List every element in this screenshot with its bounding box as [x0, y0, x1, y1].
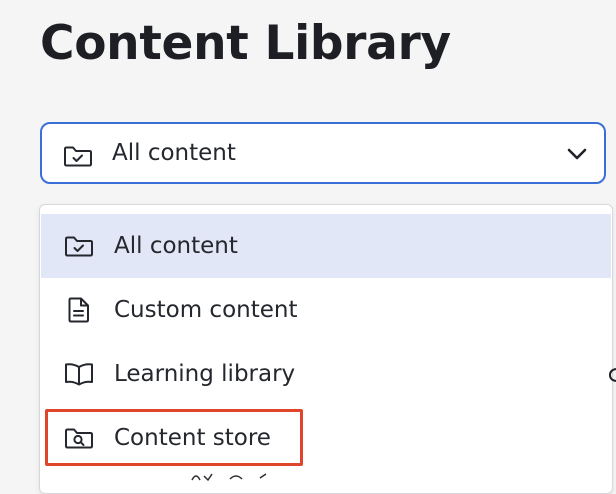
- menu-item-learning-library[interactable]: Learning library: [41, 342, 611, 406]
- book-open-icon: [65, 363, 93, 386]
- folder-check-icon: [64, 146, 92, 167]
- folder-check-icon: [65, 236, 93, 257]
- chevron-down-icon[interactable]: [566, 146, 588, 162]
- menu-item-content-store[interactable]: Content store: [41, 406, 611, 470]
- filter-selected-label: All content: [112, 140, 236, 166]
- menu-item-label: Content store: [114, 425, 271, 451]
- menu-item-label: Learning library: [114, 361, 296, 387]
- partial-icon: [608, 368, 616, 382]
- page-title: Content Library: [40, 16, 451, 71]
- background-content-peek: [191, 473, 267, 482]
- folder-search-icon: [65, 428, 93, 449]
- content-filter-menu: All content Custom content Learning libr…: [39, 204, 613, 494]
- document-icon: [68, 297, 89, 323]
- menu-item-custom-content[interactable]: Custom content: [41, 278, 611, 342]
- menu-item-label: Custom content: [114, 297, 298, 323]
- menu-item-all-content[interactable]: All content: [41, 214, 611, 278]
- content-filter-select[interactable]: All content: [40, 122, 606, 184]
- menu-item-label: All content: [114, 233, 238, 259]
